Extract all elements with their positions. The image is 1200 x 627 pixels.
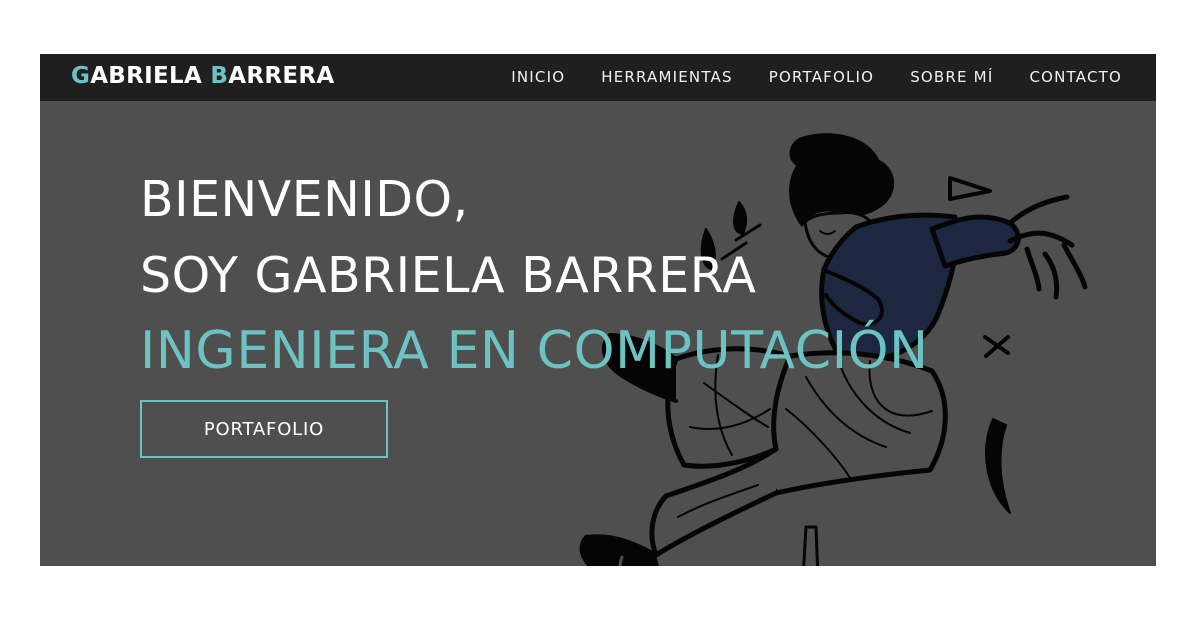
nav-item-inicio: INICIO <box>511 68 565 87</box>
drop-doodle-right <box>985 418 1011 514</box>
site-logo[interactable]: GABRIELA BARRERA <box>71 63 334 89</box>
main-navigation: INICIO HERRAMIENTAS PORTAFOLIO SOBRE MÍ … <box>511 54 1122 101</box>
logo-initial-g: G <box>71 63 91 89</box>
nav-item-sobre-mi: SOBRE MÍ <box>910 68 993 87</box>
hero-name-line: SOY GABRIELA BARRERA <box>140 246 757 304</box>
top-navbar: GABRIELA BARRERA INICIO HERRAMIENTAS POR… <box>40 54 1156 101</box>
logo-first-name-rest: ABRIELA <box>90 63 211 89</box>
nav-link-portafolio[interactable]: PORTAFOLIO <box>769 68 874 86</box>
nav-link-contacto[interactable]: CONTACTO <box>1029 68 1122 86</box>
hero-heading: BIENVENIDO, SOY GABRIELA BARRERA INGENIE… <box>140 162 929 389</box>
triangle-doodle <box>948 176 992 201</box>
logo-initial-b: B <box>210 63 229 89</box>
small-square-doodle <box>802 525 820 566</box>
hero-welcome-line: BIENVENIDO, <box>140 171 469 228</box>
cross-doodle <box>983 335 1010 358</box>
nav-link-herramientas[interactable]: HERRAMIENTAS <box>601 68 733 86</box>
nav-item-portafolio: PORTAFOLIO <box>769 68 874 87</box>
woman-arm-sleeve <box>929 214 1021 269</box>
logo-last-name-rest: ARRERA <box>228 63 335 89</box>
nav-item-herramientas: HERRAMIENTAS <box>601 68 733 87</box>
nav-link-inicio[interactable]: INICIO <box>511 68 565 86</box>
nav-link-sobre-mi[interactable]: SOBRE MÍ <box>910 68 993 86</box>
woman-hand <box>1007 194 1088 300</box>
portfolio-button[interactable]: PORTAFOLIO <box>140 400 388 458</box>
website-frame: GABRIELA BARRERA INICIO HERRAMIENTAS POR… <box>40 54 1156 566</box>
hero-profession-line: INGENIERA EN COMPUTACIÓN <box>140 320 929 381</box>
nav-item-contacto: CONTACTO <box>1029 68 1122 87</box>
